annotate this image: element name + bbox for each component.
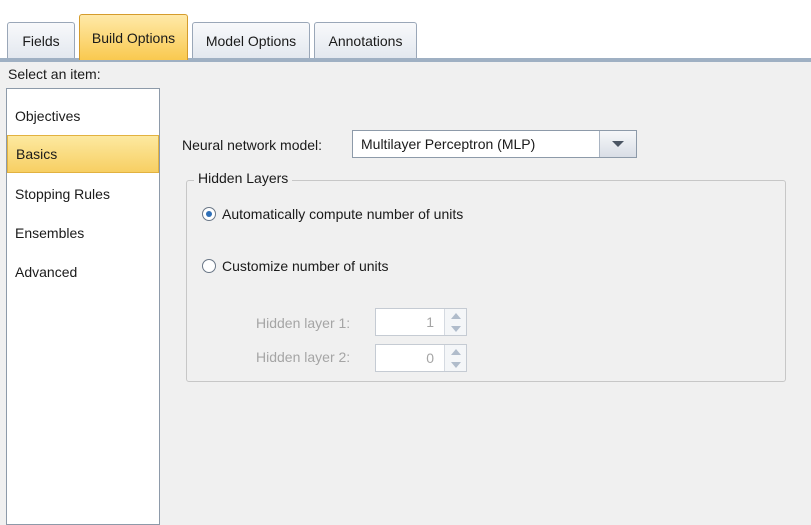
hidden-layer-1-value: 1 <box>426 314 434 330</box>
tab-model-options[interactable]: Model Options <box>192 22 310 58</box>
hidden-layer-1-label: Hidden layer 1: <box>256 315 351 331</box>
list-item-objectives[interactable]: Objectives <box>7 97 159 135</box>
radio-button-icon[interactable] <box>202 207 216 221</box>
neural-network-model-label: Neural network model: <box>182 137 323 153</box>
chevron-down-icon <box>612 141 624 147</box>
hidden-layer-2-label: Hidden layer 2: <box>256 349 351 365</box>
tab-fields-label: Fields <box>22 32 60 49</box>
arrow-up-icon <box>450 312 461 319</box>
tab-fields[interactable]: Fields <box>7 22 75 58</box>
item-list: Objectives Basics Stopping Rules Ensembl… <box>6 88 160 525</box>
tab-model-options-label: Model Options <box>205 32 297 49</box>
arrow-up-icon <box>450 348 461 355</box>
tab-annotations-label: Annotations <box>328 32 403 49</box>
list-item-label: Ensembles <box>15 225 85 241</box>
hidden-layer-2-stepper[interactable]: 0 <box>375 344 467 372</box>
list-item-basics[interactable]: Basics <box>7 135 159 173</box>
list-item-label: Advanced <box>15 264 78 280</box>
dropdown-button[interactable] <box>599 131 636 157</box>
list-item-label: Basics <box>16 146 58 162</box>
radio-selected-dot <box>206 211 212 217</box>
radio-automatic-units[interactable]: Automatically compute number of units <box>202 206 463 222</box>
hidden-layers-title: Hidden Layers <box>194 170 293 186</box>
neural-network-model-select[interactable]: Multilayer Perceptron (MLP) <box>352 130 637 158</box>
tab-build-options[interactable]: Build Options <box>79 14 188 60</box>
stepper-down-button[interactable] <box>444 358 466 371</box>
tab-annotations[interactable]: Annotations <box>314 22 417 58</box>
stepper-buttons <box>444 345 466 371</box>
list-item-stopping-rules[interactable]: Stopping Rules <box>7 175 159 213</box>
stepper-buttons <box>444 309 466 335</box>
hidden-layer-2-value: 0 <box>426 350 434 366</box>
stepper-down-button[interactable] <box>444 322 466 335</box>
radio-automatic-label: Automatically compute number of units <box>222 206 464 222</box>
radio-customize-label: Customize number of units <box>222 258 389 274</box>
hidden-layer-1-stepper[interactable]: 1 <box>375 308 467 336</box>
radio-button-icon[interactable] <box>202 259 216 273</box>
neural-network-model-value: Multilayer Perceptron (MLP) <box>361 136 536 152</box>
list-item-label: Objectives <box>15 108 81 124</box>
stepper-up-button[interactable] <box>444 345 466 358</box>
tab-build-options-label: Build Options <box>91 29 176 46</box>
arrow-down-icon <box>450 325 461 332</box>
select-item-label: Select an item: <box>8 66 101 82</box>
list-item-ensembles[interactable]: Ensembles <box>7 214 159 252</box>
arrow-down-icon <box>450 361 461 368</box>
radio-customize-units[interactable]: Customize number of units <box>202 258 389 274</box>
list-item-label: Stopping Rules <box>15 186 110 202</box>
list-item-advanced[interactable]: Advanced <box>7 253 159 291</box>
stepper-up-button[interactable] <box>444 309 466 322</box>
